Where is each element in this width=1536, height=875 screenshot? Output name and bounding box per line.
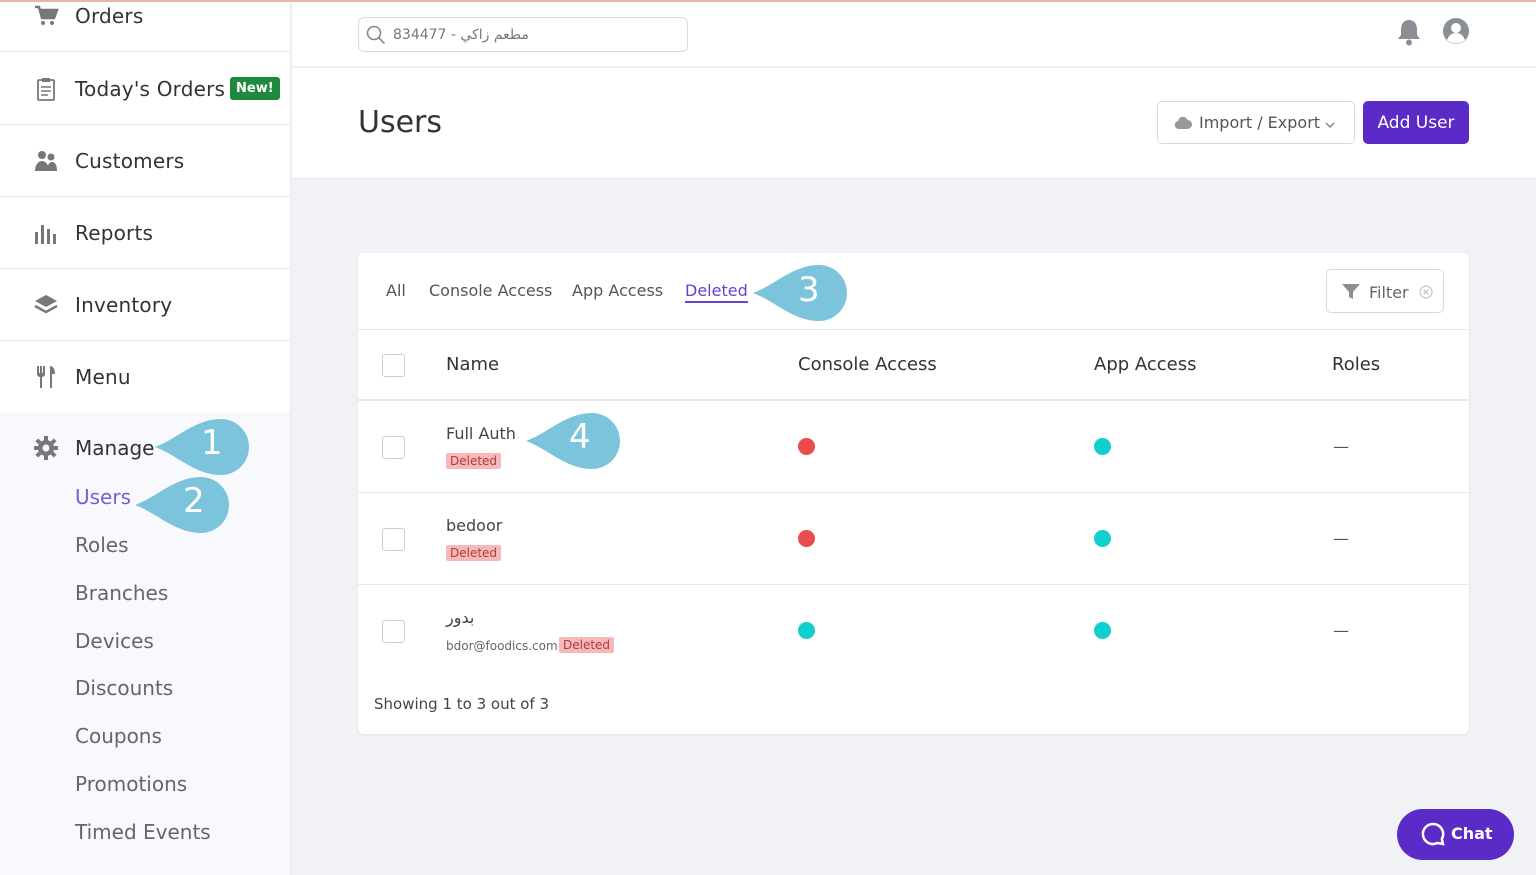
sidebar-item-inventory[interactable]: Inventory: [0, 269, 290, 341]
tab-console-access[interactable]: Console Access: [429, 281, 552, 300]
deleted-badge: Deleted: [446, 453, 502, 469]
column-header-roles[interactable]: Roles: [1332, 354, 1380, 375]
tab-deleted[interactable]: Deleted: [685, 281, 748, 303]
callout-marker-3: 3: [753, 263, 849, 327]
user-name: Full Auth: [446, 424, 516, 443]
callout-marker-1: 1: [155, 417, 251, 481]
fork-knife-icon: [33, 364, 59, 390]
sidebar-item-reports[interactable]: Reports: [0, 197, 290, 269]
roles-value: —: [1333, 437, 1349, 456]
deleted-badge: Deleted: [446, 545, 502, 561]
search-box[interactable]: [358, 17, 688, 52]
app-access-status: [1094, 530, 1111, 547]
callout-number: 4: [569, 417, 591, 457]
cloud-icon: [1174, 115, 1192, 134]
table-row[interactable]: بدور bdor@foodics.com Deleted —: [358, 586, 1469, 677]
column-header-app-access[interactable]: App Access: [1094, 354, 1197, 375]
row-checkbox[interactable]: [382, 528, 405, 551]
callout-number: 3: [798, 270, 820, 310]
sidebar-item-menu[interactable]: Menu: [0, 341, 290, 413]
roles-value: —: [1333, 529, 1349, 548]
tab-app-access[interactable]: App Access: [572, 281, 663, 300]
callout-number: 1: [201, 423, 223, 463]
sidebar-item-label: Menu: [75, 364, 131, 389]
clear-filter-icon[interactable]: [1419, 285, 1433, 303]
tab-all[interactable]: All: [386, 281, 406, 300]
sidebar-subitem-branches[interactable]: Branches: [75, 581, 168, 605]
sidebar-subitem-discounts[interactable]: Discounts: [75, 676, 173, 700]
sidebar-item-customers[interactable]: Customers: [0, 125, 290, 197]
search-input[interactable]: [393, 24, 673, 46]
page-header: Users Import / Export Add User: [292, 68, 1536, 179]
bar-chart-icon: [33, 220, 59, 246]
user-name: bedoor: [446, 516, 503, 535]
user-email: bdor@foodics.com: [446, 639, 558, 653]
row-checkbox[interactable]: [382, 620, 405, 643]
sidebar-item-label: Today's Orders: [75, 76, 226, 101]
filter-icon: [1342, 284, 1360, 304]
sidebar-subitem-users[interactable]: Users: [75, 485, 131, 509]
top-accent-line: [0, 0, 1536, 2]
page-title: Users: [358, 105, 443, 140]
table-header: Name Console Access App Access Roles: [358, 330, 1469, 401]
filter-label: Filter: [1369, 283, 1409, 302]
app-access-status: [1094, 622, 1111, 639]
sidebar-subitem-devices[interactable]: Devices: [75, 629, 154, 653]
console-access-status: [798, 530, 815, 547]
column-header-name[interactable]: Name: [446, 354, 499, 375]
sidebar-item-todays-orders[interactable]: Today's Orders New!: [0, 53, 290, 125]
table-row[interactable]: bedoor Deleted —: [358, 494, 1469, 585]
import-export-label: Import / Export: [1199, 113, 1321, 132]
new-badge: New!: [230, 77, 280, 100]
table-row[interactable]: Full Auth Deleted —: [358, 402, 1469, 493]
gear-icon: [33, 435, 59, 461]
console-access-status: [798, 438, 815, 455]
sidebar-item-label: Reports: [75, 220, 154, 245]
callout-number: 2: [183, 481, 205, 521]
sidebar-subitem-coupons[interactable]: Coupons: [75, 724, 162, 748]
chat-bubble-icon: [1421, 822, 1445, 850]
tabs-row: All Console Access App Access Deleted Fi…: [358, 253, 1469, 330]
chat-label: Chat: [1451, 824, 1493, 843]
layers-icon: [33, 292, 59, 318]
row-checkbox[interactable]: [382, 436, 405, 459]
sidebar-item-label: Customers: [75, 148, 185, 173]
sidebar-item-label: Inventory: [75, 292, 173, 317]
import-export-button[interactable]: Import / Export: [1157, 101, 1355, 144]
sidebar-subitem-roles[interactable]: Roles: [75, 533, 129, 557]
user-avatar-icon[interactable]: [1442, 17, 1470, 49]
chevron-down-icon: [1324, 116, 1336, 135]
app-access-status: [1094, 438, 1111, 455]
sidebar-subitem-timed-events[interactable]: Timed Events: [75, 820, 211, 844]
pagination-summary: Showing 1 to 3 out of 3: [374, 695, 549, 713]
sidebar-item-label: Manage: [75, 436, 155, 460]
filter-button[interactable]: Filter: [1326, 269, 1444, 313]
select-all-checkbox[interactable]: [382, 354, 405, 377]
add-user-button[interactable]: Add User: [1363, 101, 1469, 144]
customers-icon: [33, 148, 59, 174]
sidebar-subitem-promotions[interactable]: Promotions: [75, 772, 187, 796]
search-icon: [366, 25, 386, 49]
console-access-status: [798, 622, 815, 639]
column-header-console-access[interactable]: Console Access: [798, 354, 937, 375]
user-name: بدور: [446, 608, 475, 627]
sidebar-item-orders[interactable]: Orders: [0, 0, 290, 52]
roles-value: —: [1333, 621, 1349, 640]
cart-icon: [33, 3, 59, 29]
chat-button[interactable]: Chat: [1397, 809, 1514, 860]
bell-icon[interactable]: [1396, 18, 1422, 50]
callout-marker-2: 2: [135, 475, 231, 539]
users-card: All Console Access App Access Deleted Fi…: [358, 253, 1469, 734]
deleted-badge: Deleted: [559, 637, 615, 653]
callout-marker-4: 4: [526, 411, 622, 475]
sidebar-item-label: Orders: [75, 3, 144, 28]
top-bar: [292, 0, 1536, 67]
clipboard-icon: [33, 76, 59, 102]
